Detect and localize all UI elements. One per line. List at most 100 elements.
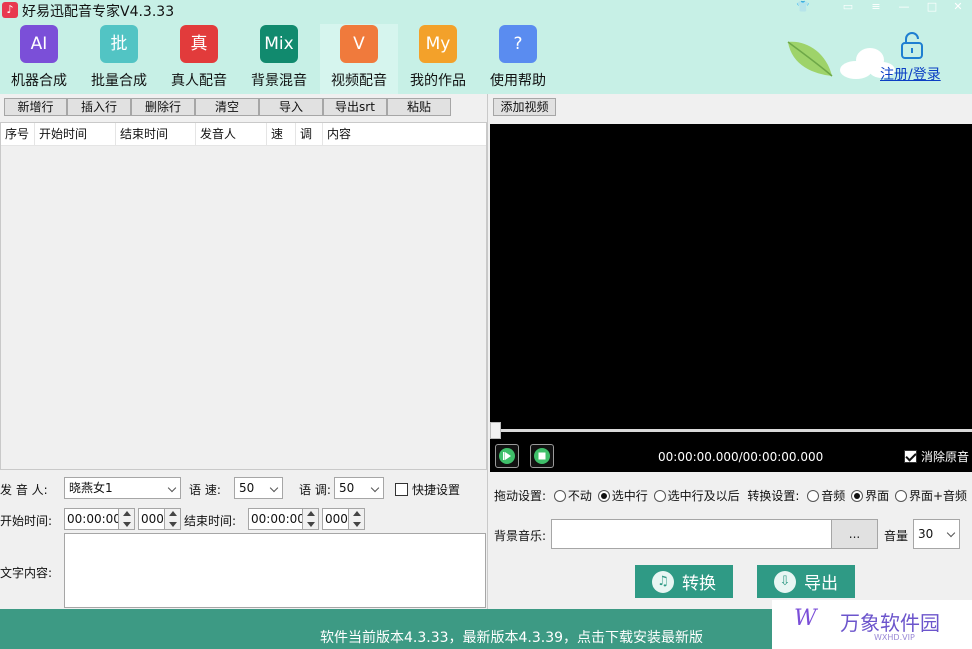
start-time-input[interactable]: 00:00:00 xyxy=(64,508,135,530)
voice-select[interactable]: 晓燕女1 xyxy=(64,477,181,499)
maximize-icon[interactable]: □ xyxy=(920,0,944,16)
start-time-value: 00:00:00 xyxy=(67,512,121,526)
start-ms-input[interactable]: 000 xyxy=(138,508,181,530)
end-time-stepper[interactable] xyxy=(302,509,318,529)
nav-batch-synthesis[interactable]: 批 批量合成 xyxy=(80,24,158,94)
paste-button[interactable]: 粘贴 xyxy=(387,98,451,116)
seek-thumb[interactable] xyxy=(490,422,501,439)
add-video-button[interactable]: 添加视频 xyxy=(493,98,556,116)
drag-settings-row: 拖动设置: 不动 选中行 选中行及以后 转换设置: 音频 界面 界面+音频 xyxy=(494,487,967,504)
convert-option-audio[interactable]: 音频 xyxy=(807,489,845,503)
drag-option-label: 选中行 xyxy=(611,489,648,503)
chevron-down-icon xyxy=(370,483,380,493)
watermark-sub: WXHD.VIP xyxy=(874,633,915,642)
pitch-select[interactable]: 50 xyxy=(334,477,384,499)
video-player[interactable]: 00:00:00.000/00:00:00.000 消除原音 xyxy=(490,124,972,472)
bgm-path-input[interactable] xyxy=(551,519,832,549)
column-header-index[interactable]: 序号 xyxy=(1,123,35,145)
convert-option-ui-audio[interactable]: 界面+音频 xyxy=(894,489,968,503)
mute-original-checkbox[interactable]: 消除原音 xyxy=(904,448,969,465)
timecode: 00:00:00.000/00:00:00.000 xyxy=(658,450,824,464)
volume-label: 音量 xyxy=(884,529,909,543)
add-row-button[interactable]: 新增行 xyxy=(4,98,67,116)
end-ms-stepper[interactable] xyxy=(348,509,364,529)
import-button[interactable]: 导入 xyxy=(259,98,323,116)
quick-label: 快捷设置 xyxy=(412,483,461,497)
drag-option-selected-and-after[interactable]: 选中行及以后 xyxy=(653,489,740,503)
menu-icon[interactable]: ≡ xyxy=(864,0,888,16)
export-button[interactable]: ⇩ 导出 xyxy=(757,565,855,598)
drag-option-label: 不动 xyxy=(567,489,592,503)
export-srt-button[interactable]: 导出srt xyxy=(323,98,387,116)
login-link[interactable]: 注册/登录 xyxy=(880,64,941,84)
stop-icon xyxy=(534,448,550,464)
end-ms-input[interactable]: 000 xyxy=(322,508,365,530)
stop-button[interactable] xyxy=(530,444,554,468)
quick-checkbox-box[interactable] xyxy=(395,483,408,496)
speed-value: 50 xyxy=(239,481,255,495)
browse-button[interactable]: ... xyxy=(831,519,878,549)
message-icon[interactable]: ▭ xyxy=(836,0,860,16)
end-time-input[interactable]: 00:00:00 xyxy=(248,508,319,530)
shirt-icon[interactable]: 👕 xyxy=(791,0,815,16)
convert-option-ui[interactable]: 界面 xyxy=(851,489,889,503)
update-notice-link[interactable]: 软件当前版本4.3.33，最新版本4.3.39，点击下载安装最新版 xyxy=(320,627,703,647)
column-header-end[interactable]: 结束时间 xyxy=(116,123,196,145)
mute-label: 消除原音 xyxy=(921,450,970,464)
quick-settings-checkbox[interactable]: 快捷设置 xyxy=(395,481,460,498)
column-header-content[interactable]: 内容 xyxy=(323,123,486,145)
radio-icon[interactable] xyxy=(851,490,864,502)
column-header-speaker[interactable]: 发音人 xyxy=(196,123,267,145)
volume-value: 30 xyxy=(918,527,934,541)
seek-track[interactable] xyxy=(496,429,972,432)
nav-tile-icon: 批 xyxy=(100,25,138,63)
nav-my-works[interactable]: My 我的作品 xyxy=(399,24,477,94)
drag-option-selected-row[interactable]: 选中行 xyxy=(597,489,648,503)
subtitle-table[interactable]: 序号 开始时间 结束时间 发音人 速 调 内容 xyxy=(0,122,487,470)
drag-option-label: 选中行及以后 xyxy=(667,489,740,503)
minimize-icon[interactable]: — xyxy=(892,0,916,16)
lock-icon[interactable] xyxy=(899,30,925,60)
convert-label: 转换设置: xyxy=(747,489,800,503)
drag-option-none[interactable]: 不动 xyxy=(553,489,592,503)
music-note-icon: ♫ xyxy=(652,570,674,593)
export-icon: ⇩ xyxy=(774,570,796,593)
watermark-text: 万象软件园 xyxy=(840,611,940,635)
volume-select[interactable]: 30 xyxy=(913,519,960,549)
nav-video-dubbing[interactable]: V 视频配音 xyxy=(320,24,398,94)
insert-row-button[interactable]: 插入行 xyxy=(67,98,131,116)
export-button-label: 导出 xyxy=(804,574,838,594)
close-icon[interactable]: ✕ xyxy=(946,0,970,16)
convert-button[interactable]: ♫ 转换 xyxy=(635,565,733,598)
delete-row-button[interactable]: 删除行 xyxy=(131,98,195,116)
nav-label: 我的作品 xyxy=(410,73,466,89)
convert-option-label: 界面+音频 xyxy=(908,489,968,503)
play-button[interactable] xyxy=(495,444,519,468)
speed-select[interactable]: 50 xyxy=(234,477,283,499)
start-ms-stepper[interactable] xyxy=(164,509,180,529)
radio-icon[interactable] xyxy=(653,490,666,502)
nav-label: 背景混音 xyxy=(251,73,307,89)
convert-option-label: 音频 xyxy=(821,489,846,503)
radio-icon[interactable] xyxy=(597,490,610,502)
nav-tile-icon: ? xyxy=(499,25,537,63)
start-time-stepper[interactable] xyxy=(118,509,134,529)
column-header-pitch[interactable]: 调 xyxy=(296,123,323,145)
panel-divider xyxy=(487,94,488,609)
pitch-label: 语 调: xyxy=(299,483,331,497)
radio-icon[interactable] xyxy=(807,490,820,502)
column-header-start[interactable]: 开始时间 xyxy=(35,123,116,145)
bgm-label: 背景音乐: xyxy=(494,529,547,543)
nav-background-mix[interactable]: Mix 背景混音 xyxy=(240,24,318,94)
column-header-speed[interactable]: 速 xyxy=(267,123,296,145)
nav-human-voice[interactable]: 真 真人配音 xyxy=(160,24,238,94)
radio-icon[interactable] xyxy=(894,490,907,502)
clear-button[interactable]: 清空 xyxy=(195,98,259,116)
nav-tile-icon: V xyxy=(340,25,378,63)
radio-icon[interactable] xyxy=(553,490,566,502)
nav-machine-synthesis[interactable]: AI 机器合成 xyxy=(0,24,78,94)
mute-checkbox-box[interactable] xyxy=(904,450,917,463)
nav-help[interactable]: ? 使用帮助 xyxy=(479,24,557,94)
content-textarea[interactable] xyxy=(64,533,486,608)
chevron-down-icon xyxy=(269,483,279,493)
